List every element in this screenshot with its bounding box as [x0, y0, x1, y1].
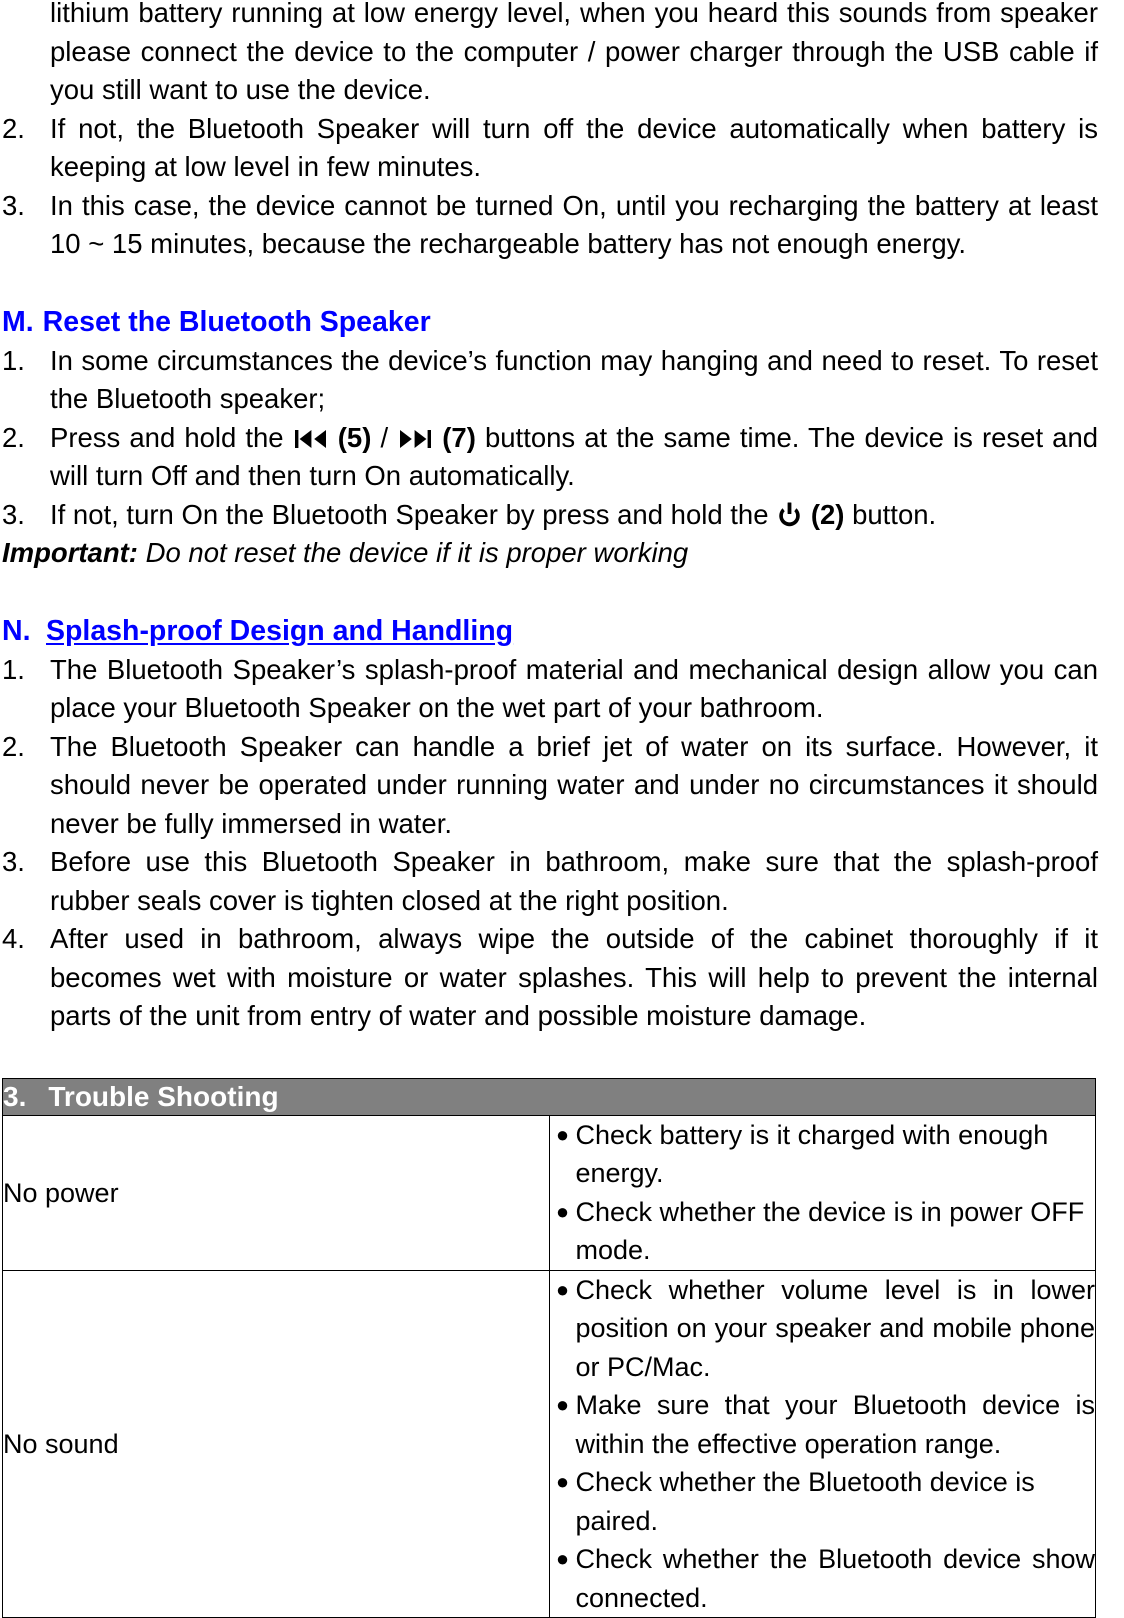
section-letter: N. — [2, 611, 46, 651]
button-separator: / — [380, 422, 388, 453]
page-content: lithium battery running at low energy le… — [2, 0, 1098, 1618]
list-item: 4. After used in bathroom, always wipe t… — [2, 920, 1098, 1036]
list-item-text: If not, the Bluetooth Speaker will turn … — [50, 110, 1098, 187]
section-title: Splash-proof Design and Handling — [46, 611, 513, 651]
check-list-item: ● Make sure that your Bluetooth device i… — [550, 1386, 1096, 1463]
section-title: Reset the Bluetooth Speaker — [43, 302, 431, 342]
list-item-text: After used in bathroom, always wipe the … — [50, 920, 1098, 1036]
list-item-text: Press and hold the (5) / (7) buttons at … — [50, 419, 1098, 496]
check-list-item: ● Check whether volume level is in lower… — [550, 1271, 1096, 1387]
table-row: No power ● Check battery is it charged w… — [3, 1115, 1096, 1270]
list-item-number: 1. — [2, 651, 50, 690]
section-title: Trouble Shooting — [48, 1081, 278, 1112]
check-text: Check battery is it charged with enough … — [576, 1116, 1096, 1193]
list-item: 3. In this case, the device cannot be tu… — [2, 187, 1098, 264]
list-item: 2. The Bluetooth Speaker can handle a br… — [2, 728, 1098, 844]
list-item-number: 3. — [2, 187, 50, 226]
list-item: 3. If not, turn On the Bluetooth Speaker… — [2, 496, 1098, 535]
list-item-text-before: If not, turn On the Bluetooth Speaker by… — [50, 499, 769, 530]
bullet-icon: ● — [550, 1540, 576, 1579]
trouble-shooting-table: 3. Trouble Shooting No power ● Check batt… — [2, 1078, 1096, 1618]
list-item-text: The Bluetooth Speaker can handle a brief… — [50, 728, 1098, 844]
list-item-number: 1. — [2, 342, 50, 381]
list-item-text: In some circumstances the device’s funct… — [50, 342, 1098, 419]
check-list-item: ● Check whether the Bluetooth device sho… — [550, 1540, 1096, 1617]
list-item-text: Before use this Bluetooth Speaker in bat… — [50, 843, 1098, 920]
list-item-text: The Bluetooth Speaker’s splash-proof mat… — [50, 651, 1098, 728]
check-text: Check whether the Bluetooth device show … — [576, 1540, 1096, 1617]
list-item-number: 2. — [2, 110, 50, 149]
table-row: No sound ● Check whether volume level is… — [3, 1270, 1096, 1618]
list-item: 1. The Bluetooth Speaker’s splash-proof … — [2, 651, 1098, 728]
list-item: 1. In some circumstances the device’s fu… — [2, 342, 1098, 419]
check-list-item: ● Check battery is it charged with enoug… — [550, 1116, 1096, 1193]
list-item-number: 3. — [2, 496, 50, 535]
symptom-label: No power — [3, 1115, 550, 1270]
important-text: Do not reset the device if it is proper … — [138, 537, 688, 568]
section-heading-m: M. Reset the Bluetooth Speaker — [2, 302, 1098, 342]
section-number: 3. — [3, 1081, 26, 1112]
power-icon — [777, 502, 802, 527]
list-item-number: 3. — [2, 843, 50, 882]
bullet-icon: ● — [550, 1193, 576, 1232]
check-text: Make sure that your Bluetooth device is … — [576, 1386, 1096, 1463]
important-label: Important: — [2, 537, 138, 568]
list-item-number: 2. — [2, 419, 50, 458]
symptom-checks: ● Check battery is it charged with enoug… — [549, 1115, 1096, 1270]
bullet-icon: ● — [550, 1116, 576, 1155]
section-spacer — [2, 264, 1098, 302]
table-spacer — [2, 1036, 1098, 1078]
next-track-button-number: (7) — [442, 422, 476, 453]
symptom-checks: ● Check whether volume level is in lower… — [549, 1270, 1096, 1618]
bullet-icon: ● — [550, 1271, 576, 1310]
list-item-text-after: button. — [852, 499, 936, 530]
list-item-text-before: Press and hold the — [50, 422, 284, 453]
check-list-item: ● Check whether the Bluetooth device is … — [550, 1463, 1096, 1540]
check-text: Check whether volume level is in lower p… — [576, 1271, 1096, 1387]
previous-track-icon — [294, 428, 328, 450]
list-item: 2. Press and hold the (5) / (7) buttons … — [2, 419, 1098, 496]
symptom-label: No sound — [3, 1270, 550, 1618]
power-button-number: (2) — [811, 499, 845, 530]
important-note: Important: Do not reset the device if it… — [2, 534, 1098, 573]
next-track-icon — [398, 428, 432, 450]
list-item-text: If not, turn On the Bluetooth Speaker by… — [50, 496, 1098, 535]
list-item-number: 2. — [2, 728, 50, 767]
section-spacer — [2, 573, 1098, 611]
list-item-number: 4. — [2, 920, 50, 959]
previous-track-button-number: (5) — [338, 422, 372, 453]
document-page: lithium battery running at low energy le… — [0, 0, 1124, 1614]
check-list-item: ● Check whether the device is in power O… — [550, 1193, 1096, 1270]
check-text: Check whether the device is in power OFF… — [576, 1193, 1096, 1270]
list-item: 2. If not, the Bluetooth Speaker will tu… — [2, 110, 1098, 187]
trouble-shooting-header: 3. Trouble Shooting — [3, 1078, 1096, 1115]
continued-paragraph: lithium battery running at low energy le… — [50, 0, 1098, 110]
section-heading-n: N. Splash-proof Design and Handling — [2, 611, 1098, 651]
list-item-text: In this case, the device cannot be turne… — [50, 187, 1098, 264]
check-text: Check whether the Bluetooth device is pa… — [576, 1463, 1096, 1540]
list-item: 3. Before use this Bluetooth Speaker in … — [2, 843, 1098, 920]
table-header-row: 3. Trouble Shooting — [3, 1078, 1096, 1115]
bullet-icon: ● — [550, 1463, 576, 1502]
bullet-icon: ● — [550, 1386, 576, 1425]
section-letter: M. — [2, 302, 34, 342]
